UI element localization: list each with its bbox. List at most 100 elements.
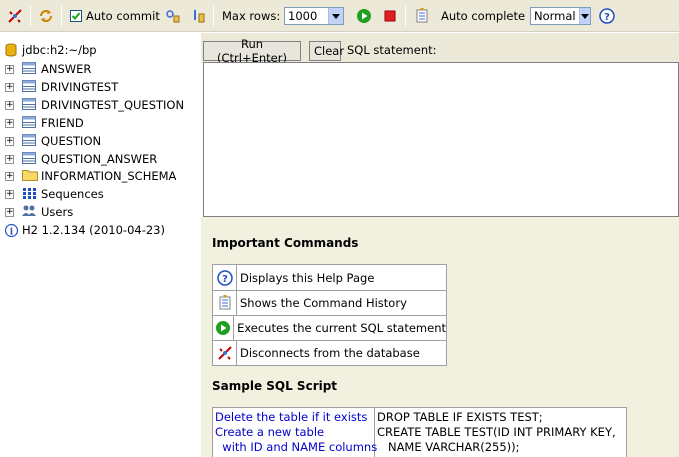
database-icon: [5, 43, 17, 57]
sequences-label: Sequences: [41, 187, 104, 201]
run-toolbar-button[interactable]: [356, 0, 372, 32]
connection-label: jdbc:h2:~/bp: [22, 43, 97, 57]
users-label: Users: [41, 205, 74, 219]
run-icon: [356, 8, 372, 24]
rollback-button[interactable]: [191, 0, 207, 32]
sample-script-table: Delete the table if it exists Create a n…: [212, 407, 627, 457]
script-sql: DROP TABLE IF EXISTS TEST; CREATE TABLE …: [375, 408, 618, 457]
table-icon: [22, 151, 36, 167]
commit-icon: [165, 8, 181, 24]
script-sql-line[interactable]: DROP TABLE IF EXISTS TEST;: [377, 410, 616, 425]
commit-button[interactable]: [165, 0, 181, 32]
sequence-icon: [22, 187, 36, 202]
refresh-button[interactable]: [38, 0, 54, 32]
auto-complete-select-wrap: Normal: [530, 0, 591, 32]
sql-statement-label: SQL statement:: [347, 43, 437, 57]
command-description: Displays this Help Page: [240, 270, 375, 285]
table-label: DRIVINGTEST: [41, 80, 119, 94]
svg-text:?: ?: [604, 12, 610, 23]
commands-table: ? Displays this Help Page Shows the Comm…: [212, 264, 447, 366]
disconnect-button[interactable]: [7, 0, 23, 32]
expand-icon[interactable]: +: [5, 82, 14, 92]
script-sql-line[interactable]: CREATE TABLE TEST(ID INT PRIMARY KEY,: [377, 425, 616, 440]
history-icon[interactable]: [213, 290, 237, 316]
command-description: Shows the Command History: [240, 296, 407, 310]
command-description: Disconnects from the database: [240, 346, 420, 360]
auto-complete-text: Auto complete: [441, 9, 526, 23]
auto-complete-select[interactable]: Normal: [530, 7, 591, 25]
expand-icon[interactable]: +: [5, 189, 14, 199]
help-panel: Important Commands ? Displays this Help …: [201, 217, 679, 457]
command-description: Executes the current SQL statement: [237, 321, 446, 335]
schema-tree: jdbc:h2:~/bp + ANSWER + DRIVINGTEST + DR…: [0, 33, 201, 457]
run-icon[interactable]: [213, 315, 235, 341]
script-sql-line[interactable]: NAME VARCHAR(255));: [377, 440, 616, 455]
version-label: H2 1.2.134 (2010-04-23): [22, 223, 165, 237]
refresh-icon: [38, 8, 54, 24]
table-icon: [22, 79, 36, 95]
help-icon: ?: [599, 8, 615, 24]
stop-button[interactable]: [382, 0, 398, 32]
svg-text:i: i: [10, 227, 14, 237]
command-row: Disconnects from the database: [213, 340, 446, 366]
history-icon: [414, 8, 430, 24]
table-label: QUESTION_ANSWER: [41, 152, 158, 166]
expand-icon[interactable]: +: [5, 118, 14, 128]
disconnect-icon: [7, 8, 23, 24]
help-button[interactable]: ?: [599, 0, 615, 32]
toolbar: Auto commit Max rows: 1000 Auto complete…: [0, 0, 679, 32]
script-comment-link[interactable]: with ID and NAME columns: [215, 440, 377, 455]
table-label: DRIVINGTEST_QUESTION: [41, 98, 185, 112]
expand-icon[interactable]: +: [5, 136, 14, 146]
max-rows-label: Max rows:: [222, 0, 280, 32]
max-rows-select-wrap: 1000: [284, 0, 344, 32]
rollback-icon: [191, 8, 207, 24]
checkbox-box[interactable]: [70, 10, 82, 22]
auto-complete-value: Normal: [534, 9, 576, 23]
table-label: QUESTION: [41, 134, 102, 148]
table-label: FRIEND: [41, 116, 84, 130]
max-rows-select[interactable]: 1000: [284, 7, 344, 25]
users-icon: [22, 204, 36, 220]
sample-sql-title: Sample SQL Script: [212, 379, 338, 393]
script-comment-link[interactable]: Create a new table: [215, 425, 372, 440]
script-comment-link[interactable]: Delete the table if it exists: [215, 410, 372, 425]
auto-complete-label: Auto complete: [441, 0, 525, 32]
toolbar-separator: [405, 6, 406, 26]
table-icon: [22, 133, 36, 149]
expand-icon[interactable]: +: [5, 207, 14, 217]
toolbar-separator: [213, 6, 214, 26]
chevron-down-icon[interactable]: [578, 8, 590, 24]
expand-icon[interactable]: +: [5, 64, 14, 74]
max-rows-text: Max rows:: [222, 9, 281, 23]
chevron-down-icon[interactable]: [328, 8, 343, 24]
expand-icon[interactable]: +: [5, 171, 14, 181]
svg-text:?: ?: [222, 274, 228, 285]
script-comments: Delete the table if it exists Create a n…: [213, 408, 377, 457]
table-icon: [22, 61, 36, 77]
expand-icon[interactable]: +: [5, 154, 14, 164]
auto-commit-label: Auto commit: [86, 9, 160, 23]
auto-commit-checkbox[interactable]: Auto commit: [70, 0, 160, 32]
clear-button[interactable]: Clear: [309, 41, 344, 61]
table-icon: [22, 97, 36, 113]
table-icon: [22, 115, 36, 131]
run-button[interactable]: Run (Ctrl+Enter): [203, 37, 301, 65]
important-commands-title: Important Commands: [212, 236, 359, 250]
toolbar-separator: [61, 6, 62, 26]
command-row: ? Displays this Help Page: [213, 265, 446, 290]
disconnect-icon[interactable]: [213, 340, 237, 366]
history-button[interactable]: [414, 0, 430, 32]
query-command-bar: Run (Ctrl+Enter) Clear SQL statement:: [201, 33, 679, 65]
expand-icon[interactable]: +: [5, 100, 14, 110]
sql-editor[interactable]: [203, 62, 679, 217]
toolbar-separator: [30, 6, 31, 26]
info-icon: i: [5, 223, 18, 237]
table-label: ANSWER: [41, 62, 92, 76]
folder-icon: [22, 168, 38, 184]
command-row: Executes the current SQL statement: [213, 315, 446, 341]
stop-icon: [382, 8, 398, 24]
schema-label: INFORMATION_SCHEMA: [41, 169, 177, 183]
max-rows-value: 1000: [288, 9, 318, 23]
help-icon[interactable]: ?: [213, 265, 237, 290]
